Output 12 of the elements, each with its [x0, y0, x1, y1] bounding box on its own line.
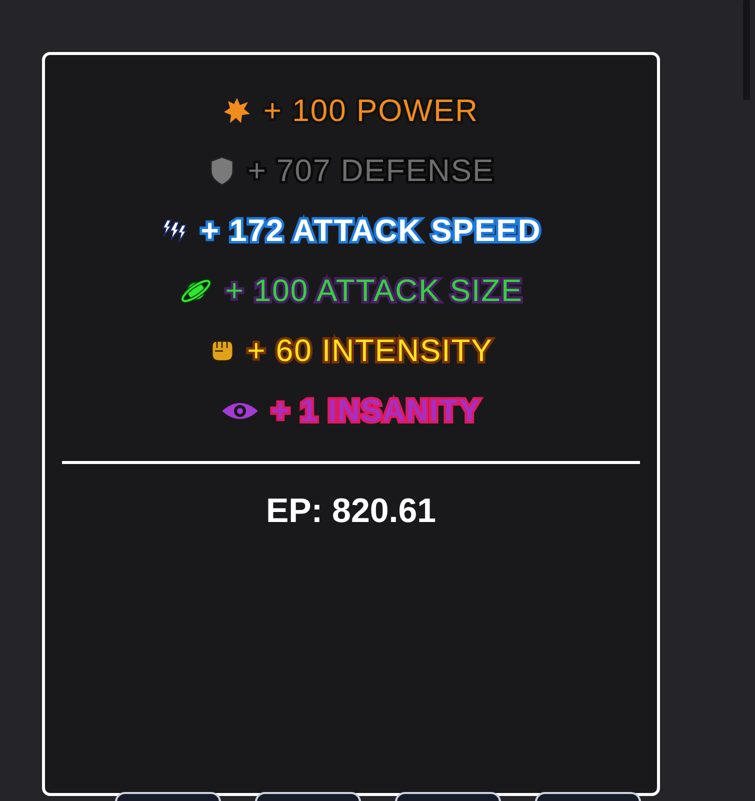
ep-value: EP: 820.61 [264, 491, 438, 532]
lightning-icon [160, 218, 189, 244]
stat-text: + 707 DEFENSE [248, 154, 494, 188]
stat-text: + 100 ATTACK SIZE [225, 274, 523, 308]
planet-icon [179, 276, 214, 306]
stat-text: + 172 ATTACK SPEED [200, 214, 542, 248]
star-icon [223, 97, 252, 125]
shield-icon [208, 156, 236, 186]
stat-text: + 1 INSANITY [271, 394, 481, 428]
fist-icon [209, 339, 236, 363]
stat-text: + 100 POWER [263, 94, 479, 128]
stat-text: + 60 INTENSITY [247, 334, 493, 368]
